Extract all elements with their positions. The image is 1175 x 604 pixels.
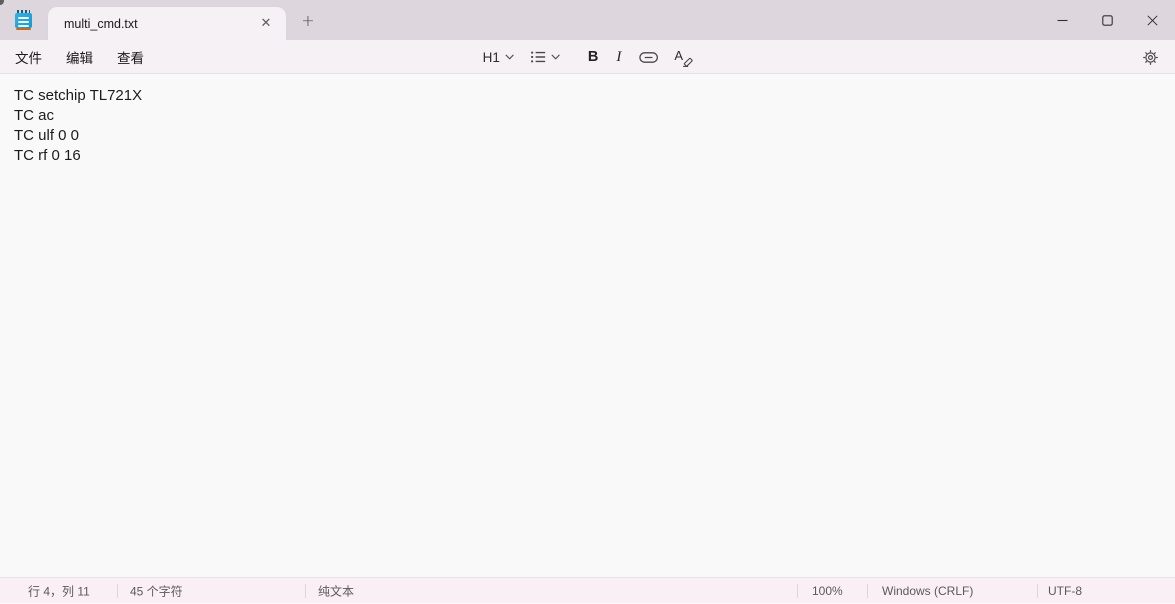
status-divider [867,584,868,598]
settings-button[interactable] [1131,42,1169,72]
new-tab-button[interactable]: + [292,7,324,33]
close-icon [1147,15,1158,26]
link-icon [639,52,658,63]
gear-icon [1142,49,1159,66]
command-bar: 文件 编辑 查看 H1 B [0,40,1175,74]
heading-dropdown[interactable]: H1 [476,43,521,71]
bold-icon: B [588,49,598,65]
status-divider [797,584,798,598]
link-button[interactable] [632,43,665,71]
bulleted-list-icon [530,50,546,64]
character-count: 45 个字符 [130,582,183,599]
minimize-button[interactable] [1040,0,1085,40]
app-icon-container [0,0,46,40]
status-divider [1037,584,1038,598]
tab-title: multi_cmd.txt [64,17,254,31]
status-bar: 行 4，列 11 45 个字符 纯文本 100% Windows (CRLF) … [0,577,1175,603]
status-divider [117,584,118,598]
tab-close-icon[interactable]: ✕ [254,12,278,36]
menu-edit[interactable]: 编辑 [54,41,105,73]
status-divider [305,584,306,598]
heading-label: H1 [483,50,500,65]
text-editor-area[interactable]: TC setchip TL721X TC ac TC ulf 0 0 TC rf… [0,74,1175,577]
chevron-down-icon [551,54,560,60]
italic-icon: I [614,49,623,66]
list-dropdown[interactable] [523,43,567,71]
formatting-toolbar: H1 B I [476,40,700,74]
bold-button[interactable]: B [581,43,605,71]
titlebar-drag-area[interactable] [324,0,1040,40]
chevron-down-icon [505,54,514,60]
menu-file[interactable]: 文件 [3,41,54,73]
clear-formatting-button[interactable]: A [667,43,699,71]
notepad-app-icon [15,10,32,30]
minimize-icon [1057,15,1068,26]
maximize-button[interactable] [1085,0,1130,40]
cursor-position: 行 4，列 11 [28,582,90,599]
menu-bar: 文件 编辑 查看 [0,41,156,73]
document-type: 纯文本 [318,582,354,599]
zoom-level[interactable]: 100% [812,584,843,598]
maximize-icon [1102,15,1113,26]
window-controls [1040,0,1175,40]
clear-formatting-icon: A [674,48,692,66]
italic-button[interactable]: I [607,43,630,71]
close-window-button[interactable] [1130,0,1175,40]
encoding[interactable]: UTF-8 [1048,584,1082,598]
menu-view[interactable]: 查看 [105,41,156,73]
line-ending[interactable]: Windows (CRLF) [882,584,973,598]
titlebar: multi_cmd.txt ✕ + [0,0,1175,40]
document-tab[interactable]: multi_cmd.txt ✕ [48,7,286,40]
